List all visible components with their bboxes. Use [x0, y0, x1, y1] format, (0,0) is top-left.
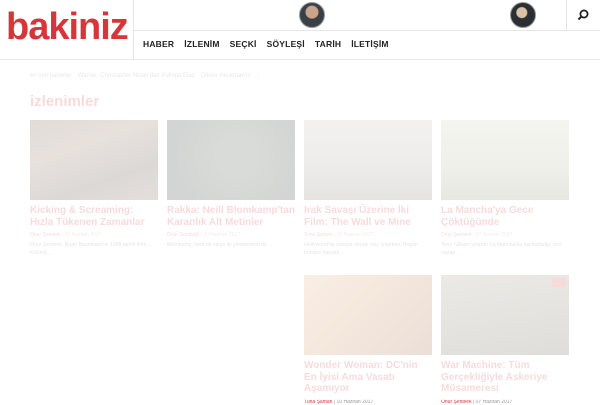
article-author[interactable]: Onur Şenbiek: [441, 399, 472, 405]
article-thumbnail[interactable]: [304, 120, 432, 200]
nav-item-soylesi[interactable]: SÖYLEŞİ: [262, 36, 310, 56]
article-excerpt: Terry Gilliam yıllardır La Mancha'da kay…: [441, 242, 562, 256]
article-meta: Tuna Şaman | 19 Haziran 2017: [304, 232, 374, 238]
search-icon[interactable]: [576, 8, 590, 22]
header-divider: [134, 30, 600, 31]
nav-item-secki[interactable]: SEÇKİ: [225, 36, 262, 56]
article-meta: Onur Şenbiek | 17 Haziran 2017: [441, 232, 513, 238]
article-excerpt: Onur Şenbiek, Noah Baumbach'ın 1995 tari…: [30, 242, 152, 256]
video-badge: [552, 278, 566, 287]
article-card[interactable]: Wonder Woman: DC'nin En İyisi Ama Vasatı…: [304, 275, 432, 405]
author-avatar[interactable]: [510, 2, 536, 28]
article-thumbnail[interactable]: [441, 275, 569, 355]
article-date: 07 Haziran 2017: [475, 398, 513, 405]
article-excerpt: Blomkamp, hem de sıkça iki yönetmenin de…: [167, 242, 273, 248]
article-title[interactable]: Kicking & Screaming: Hızla Tükenen Zaman…: [30, 205, 158, 228]
article-author[interactable]: Tuna Şaman: [304, 399, 332, 405]
ticker-label: en son haberler: [30, 73, 72, 79]
ticker-next-icon[interactable]: ›: [257, 73, 259, 79]
article-thumbnail[interactable]: [304, 275, 432, 355]
article-date: 20 Haziran 2017: [203, 232, 241, 238]
article-meta: Onur Şenbiek | 24 Haziran 2017: [30, 232, 102, 238]
article-card[interactable]: War Machine: Tüm Gerçekliğiyle Askeriye …: [441, 275, 569, 405]
article-title[interactable]: Irak Savaşı Üzerine İki Film: The Wall v…: [304, 205, 432, 228]
article-thumbnail[interactable]: [30, 120, 158, 200]
article-excerpt: Hollywood'da savaşa dönük olay çıkarken,…: [304, 242, 419, 256]
article-author[interactable]: Onur Şenbiek: [441, 232, 472, 238]
article-meta: Tuna Şaman | 10 Haziran 2017: [304, 398, 374, 405]
article-title[interactable]: Wonder Woman: DC'nin En İyisi Ama Vasatı…: [304, 360, 432, 395]
header-divider: [566, 0, 567, 30]
article-date: 24 Haziran 2017: [64, 232, 102, 238]
article-date: 19 Haziran 2017: [336, 232, 374, 238]
logo-text: bakiniz: [6, 6, 129, 48]
nav-item-tarih[interactable]: TARİH: [310, 36, 346, 56]
page-title: izlenimler: [30, 93, 100, 110]
author-avatar[interactable]: [299, 2, 325, 28]
article-card[interactable]: Irak Savaşı Üzerine İki Film: The Wall v…: [304, 120, 432, 257]
breaking-news-ticker: en son haberler Warner, Christopher Nola…: [30, 73, 259, 79]
article-card[interactable]: La Mancha'ya Gece Çöktüğünde Onur Şenbie…: [441, 120, 569, 257]
article-title[interactable]: War Machine: Tüm Gerçekliğiyle Askeriye …: [441, 360, 569, 395]
nav-item-iletisim[interactable]: İLETİŞİM: [346, 36, 394, 56]
ticker-item[interactable]: Warner, Christopher Nolan'dan Pullopa El…: [78, 73, 195, 79]
article-meta: Onur Sondağlı | 20 Haziran 2017: [167, 232, 241, 238]
article-author[interactable]: Tuna Şaman: [304, 232, 332, 238]
article-date: 10 Haziran 2017: [336, 398, 374, 405]
site-logo[interactable]: bakiniz: [6, 6, 129, 48]
article-thumbnail[interactable]: [167, 120, 295, 200]
article-date: 17 Haziran 2017: [475, 232, 513, 238]
article-meta: Onur Şenbiek | 07 Haziran 2017: [441, 398, 513, 405]
article-thumbnail[interactable]: [441, 120, 569, 200]
nav-item-haber[interactable]: HABER: [138, 36, 179, 56]
article-author[interactable]: Onur Sondağlı: [167, 232, 199, 238]
main-content: en son haberler Warner, Christopher Nola…: [0, 61, 600, 405]
main-nav: HABER İZLENİM SEÇKİ SÖYLEŞİ TARİH İLETİŞ…: [138, 36, 394, 56]
nav-item-izlenim[interactable]: İZLENİM: [179, 36, 224, 56]
article-card[interactable]: Rakka: Neill Blomkamp'tan Karanlık Alt M…: [167, 120, 295, 249]
ticker-item[interactable]: Olivier Heckman'ın: [201, 73, 251, 79]
site-header: bakiniz HABER İZLENİM SEÇKİ SÖYLEŞİ TARİ…: [0, 0, 600, 60]
article-author[interactable]: Onur Şenbiek: [30, 232, 61, 238]
article-title[interactable]: Rakka: Neill Blomkamp'tan Karanlık Alt M…: [167, 205, 295, 228]
article-title[interactable]: La Mancha'ya Gece Çöktüğünde: [441, 205, 569, 228]
article-card[interactable]: Kicking & Screaming: Hızla Tükenen Zaman…: [30, 120, 158, 257]
